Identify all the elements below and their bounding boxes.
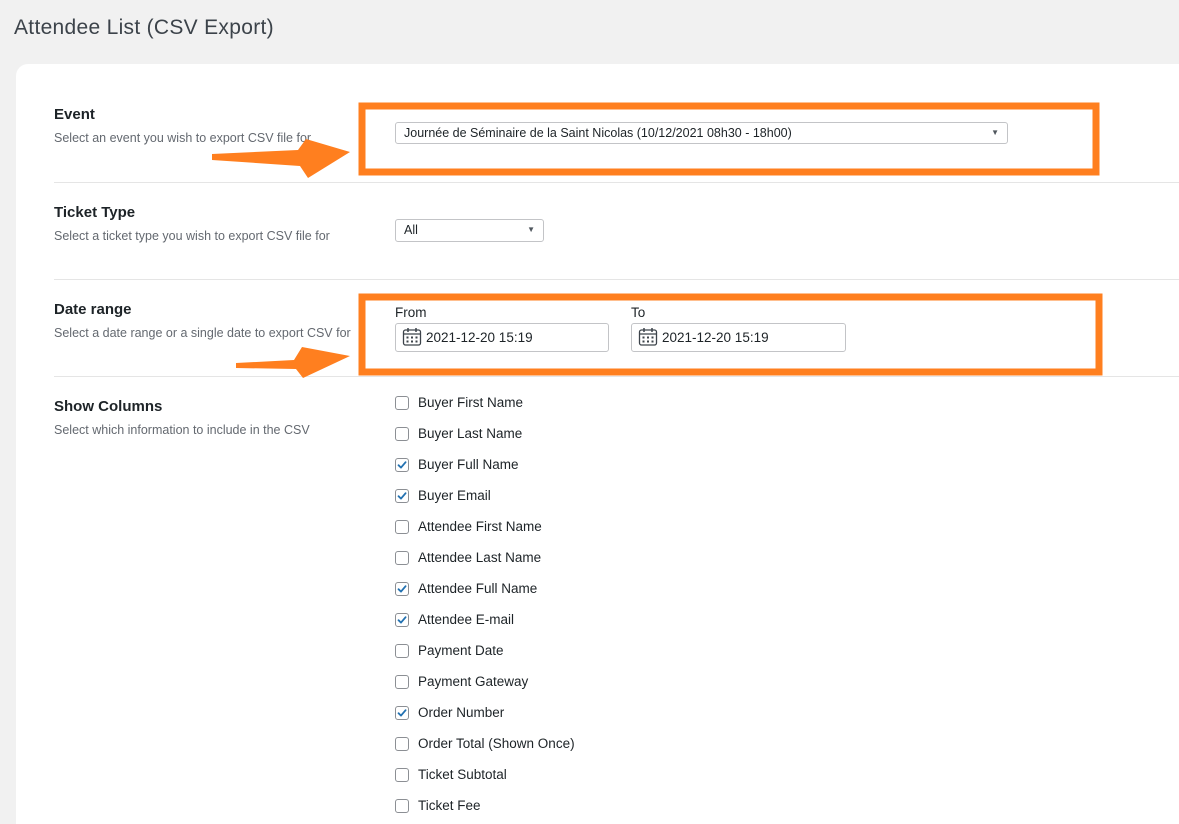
from-date-value: 2021-12-20 15:19 [426,330,533,345]
from-label: From [395,305,427,320]
checkmark-icon [397,709,407,717]
checkmark-icon [397,492,407,500]
column-checkbox[interactable] [395,489,409,503]
column-option-label: Payment Date [418,643,504,658]
columns-row-label: Show Columns Select which information to… [54,398,310,437]
calendar-icon [638,328,658,346]
checkmark-icon [397,616,407,624]
column-checkbox[interactable] [395,675,409,689]
event-select[interactable]: Journée de Séminaire de la Saint Nicolas… [395,122,1008,144]
column-option-label: Buyer Last Name [418,426,523,441]
event-select-value: Journée de Séminaire de la Saint Nicolas… [404,126,792,140]
column-option-label: Order Number [418,705,505,720]
date-range-row-label: Date range Select a date range or a sing… [54,301,351,340]
column-option-label: Buyer First Name [418,395,524,410]
to-label: To [631,305,646,320]
column-checkbox[interactable] [395,582,409,596]
column-checkbox[interactable] [395,396,409,410]
event-description: Select an event you wish to export CSV f… [54,131,312,145]
ticket-type-description: Select a ticket type you wish to export … [54,229,330,243]
from-date-input[interactable]: 2021-12-20 15:19 [395,323,609,352]
column-checkbox[interactable] [395,613,409,627]
column-option-label: Buyer Email [418,488,491,503]
column-option-label: Payment Gateway [418,674,529,689]
column-checkbox[interactable] [395,458,409,472]
caret-down-icon: ▼ [527,225,535,234]
columns-description: Select which information to include in t… [54,423,310,437]
ticket-type-select[interactable]: All ▼ [395,219,544,242]
page-title: Attendee List (CSV Export) [14,16,274,39]
column-option-label: Attendee Last Name [418,550,542,565]
date-range-title: Date range [54,301,132,318]
column-checkbox[interactable] [395,799,409,813]
column-option-label: Order Total (Shown Once) [418,736,575,751]
calendar-icon [402,328,422,346]
checkmark-icon [397,461,407,469]
caret-down-icon: ▼ [991,128,999,137]
column-checkbox[interactable] [395,737,409,751]
column-option-label: Ticket Subtotal [418,767,507,782]
column-option-label: Attendee First Name [418,519,542,534]
column-checkbox[interactable] [395,427,409,441]
ticket-type-title: Ticket Type [54,204,136,221]
column-checkbox[interactable] [395,551,409,565]
event-title: Event [54,106,95,123]
column-checkbox[interactable] [395,768,409,782]
to-date-input[interactable]: 2021-12-20 15:19 [631,323,846,352]
event-row-label: Event Select an event you wish to export… [54,106,311,145]
divider [54,376,1179,377]
divider [54,182,1179,183]
column-checkbox[interactable] [395,644,409,658]
divider [54,279,1179,280]
to-date-value: 2021-12-20 15:19 [662,330,769,345]
date-range-description: Select a date range or a single date to … [54,326,351,340]
column-option-label: Ticket Fee [418,798,481,813]
column-option-label: Attendee Full Name [418,581,538,596]
columns-title: Show Columns [54,398,163,415]
column-checkbox[interactable] [395,520,409,534]
column-option-label: Buyer Full Name [418,457,519,472]
column-option-label: Attendee E-mail [418,612,515,627]
checkmark-icon [397,585,407,593]
ticket-type-row-label: Ticket Type Select a ticket type you wis… [54,204,330,243]
export-form-card: Event Select an event you wish to export… [16,64,1179,824]
column-checkbox[interactable] [395,706,409,720]
ticket-type-select-value: All [404,223,418,237]
